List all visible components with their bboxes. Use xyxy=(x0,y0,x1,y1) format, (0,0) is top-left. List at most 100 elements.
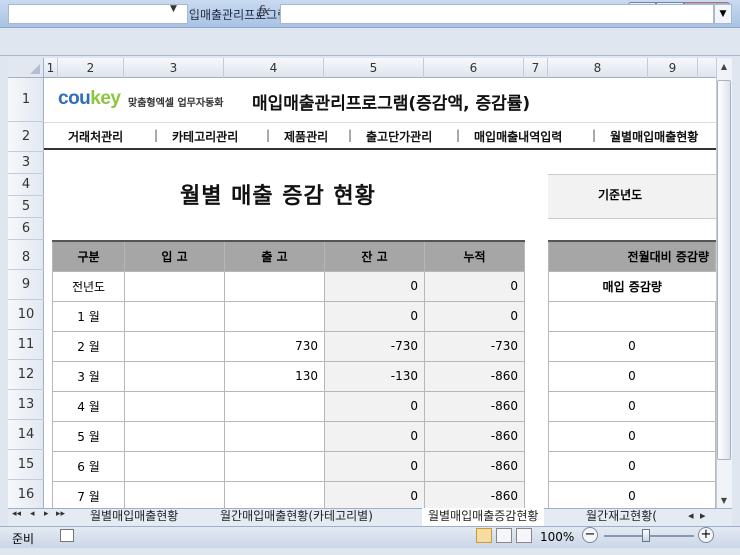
cell-balance[interactable]: 0 xyxy=(324,390,425,422)
worksheet-grid[interactable]: 1 2 3 4 5 6 7 8 9 1 2 3 4 5 6 8 9 10 11 … xyxy=(8,58,716,508)
cell-cumulative[interactable]: -860 xyxy=(424,480,525,508)
expand-formula-icon[interactable]: ▼ xyxy=(714,4,732,24)
cell-outbound[interactable] xyxy=(224,450,325,482)
row-header[interactable]: 2 xyxy=(8,122,44,152)
vertical-scroll-thumb[interactable] xyxy=(717,80,731,460)
row-header[interactable]: 6 xyxy=(8,218,44,240)
column-header[interactable]: 3 xyxy=(124,58,224,78)
cell-inbound[interactable] xyxy=(124,360,225,392)
cell-purchase-change[interactable]: 0 xyxy=(548,480,716,508)
sheet-tab-monthly-change[interactable]: 월별매입매출증감현황 xyxy=(422,508,545,526)
cell-label[interactable]: 2 월 xyxy=(52,330,125,362)
cell-inbound[interactable] xyxy=(124,480,225,508)
column-header[interactable]: 2 xyxy=(58,58,124,78)
cell-purchase-change[interactable]: 0 xyxy=(548,390,716,422)
cell-outbound[interactable] xyxy=(224,300,325,332)
cell-balance[interactable]: 0 xyxy=(324,270,425,302)
tab-scroll-left-icon[interactable]: ◂ xyxy=(688,509,694,522)
row-header[interactable]: 8 xyxy=(8,240,44,270)
row-header[interactable]: 16 xyxy=(8,480,44,508)
formula-input[interactable] xyxy=(280,4,714,24)
name-box[interactable] xyxy=(8,4,188,24)
cell-label[interactable]: 4 월 xyxy=(52,390,125,422)
cell-label[interactable]: 7 월 xyxy=(52,480,125,508)
row-header[interactable]: 5 xyxy=(8,196,44,218)
prev-sheet-icon[interactable]: ◂ xyxy=(30,509,35,519)
cell-outbound[interactable] xyxy=(224,390,325,422)
cell-purchase-change[interactable]: 0 xyxy=(548,360,716,392)
cell-label[interactable]: 전년도 xyxy=(52,270,125,302)
cell-cumulative[interactable]: -860 xyxy=(424,390,525,422)
cell-cumulative[interactable]: -860 xyxy=(424,450,525,482)
row-header[interactable]: 11 xyxy=(8,330,44,360)
sheet-tab-monthly-category[interactable]: 월간매입매출현황(카테고리별) xyxy=(214,508,379,526)
cell-inbound[interactable] xyxy=(124,300,225,332)
cell-cumulative[interactable]: -730 xyxy=(424,330,525,362)
menu-item-clients[interactable]: 거래처관리 xyxy=(68,128,123,145)
column-header[interactable]: 6 xyxy=(424,58,524,78)
row-header[interactable]: 3 xyxy=(8,152,44,174)
cell-label[interactable]: 3 월 xyxy=(52,360,125,392)
column-header[interactable]: 9 xyxy=(648,58,698,78)
tab-scroll-right-icon[interactable]: ▸ xyxy=(700,509,706,522)
menu-item-transaction-entry[interactable]: 매입매출내역입력 xyxy=(474,128,562,145)
cell-cumulative[interactable]: 0 xyxy=(424,300,525,332)
cell-inbound[interactable] xyxy=(124,420,225,452)
cell-outbound[interactable] xyxy=(224,270,325,302)
cell-cumulative[interactable]: -860 xyxy=(424,360,525,392)
menu-item-monthly-status[interactable]: 월별매입매출현황 xyxy=(610,128,698,145)
page-break-view-button[interactable] xyxy=(516,528,532,543)
column-header[interactable]: 8 xyxy=(548,58,648,78)
chevron-down-icon[interactable]: ▼ xyxy=(170,4,177,14)
next-sheet-icon[interactable]: ▸ xyxy=(44,509,49,519)
row-header[interactable]: 4 xyxy=(8,174,44,196)
row-header[interactable]: 9 xyxy=(8,270,44,300)
insert-function-button[interactable]: fx xyxy=(258,4,270,19)
zoom-level[interactable]: 100% xyxy=(540,530,574,544)
cell-balance[interactable]: -130 xyxy=(324,360,425,392)
cell-balance[interactable]: 0 xyxy=(324,450,425,482)
scroll-up-icon[interactable]: ▲ xyxy=(716,62,732,71)
column-header[interactable]: 5 xyxy=(324,58,424,78)
cell-outbound[interactable]: 130 xyxy=(224,360,325,392)
cell-outbound[interactable] xyxy=(224,480,325,508)
column-header[interactable]: 4 xyxy=(224,58,324,78)
scroll-down-icon[interactable]: ▼ xyxy=(716,496,732,505)
page-layout-view-button[interactable] xyxy=(496,528,512,543)
normal-view-button[interactable] xyxy=(476,528,492,543)
column-header[interactable]: 1 xyxy=(44,58,58,78)
cell-balance[interactable]: 0 xyxy=(324,480,425,508)
zoom-slider-thumb[interactable] xyxy=(642,529,650,542)
cell-purchase-change[interactable]: 0 xyxy=(548,450,716,482)
macro-record-icon[interactable] xyxy=(60,529,74,542)
last-sheet-icon[interactable]: ▸▸ xyxy=(56,509,65,519)
cell-label[interactable]: 1 월 xyxy=(52,300,125,332)
sheet-tab-monthly-status[interactable]: 월별매입매출현황 xyxy=(84,508,184,526)
cell-balance[interactable]: 0 xyxy=(324,300,425,332)
menu-item-products[interactable]: 제품관리 xyxy=(284,128,328,145)
cell-outbound[interactable] xyxy=(224,420,325,452)
cell-inbound[interactable] xyxy=(124,270,225,302)
row-header[interactable]: 15 xyxy=(8,450,44,480)
menu-item-categories[interactable]: 카테고리관리 xyxy=(172,128,238,145)
cell-purchase-change[interactable] xyxy=(548,300,716,332)
row-header[interactable]: 1 xyxy=(8,78,44,122)
sheet-tab-inventory[interactable]: 월간재고현황( xyxy=(580,508,684,526)
cell-inbound[interactable] xyxy=(124,450,225,482)
row-header[interactable]: 12 xyxy=(8,360,44,390)
zoom-out-button[interactable]: − xyxy=(582,527,598,543)
row-header[interactable]: 13 xyxy=(8,390,44,420)
cell-purchase-change[interactable]: 0 xyxy=(548,420,716,452)
cell-cumulative[interactable]: 0 xyxy=(424,270,525,302)
row-header[interactable]: 10 xyxy=(8,300,44,330)
row-header[interactable]: 14 xyxy=(8,420,44,450)
cell-balance[interactable]: -730 xyxy=(324,330,425,362)
menu-item-unit-price[interactable]: 출고단가관리 xyxy=(366,128,432,145)
zoom-in-button[interactable]: + xyxy=(698,527,714,543)
cell-cumulative[interactable]: -860 xyxy=(424,420,525,452)
cell-purchase-change[interactable]: 0 xyxy=(548,330,716,362)
cell-label[interactable]: 5 월 xyxy=(52,420,125,452)
cell-inbound[interactable] xyxy=(124,390,225,422)
column-header[interactable]: 7 xyxy=(524,58,548,78)
cell-balance[interactable]: 0 xyxy=(324,420,425,452)
